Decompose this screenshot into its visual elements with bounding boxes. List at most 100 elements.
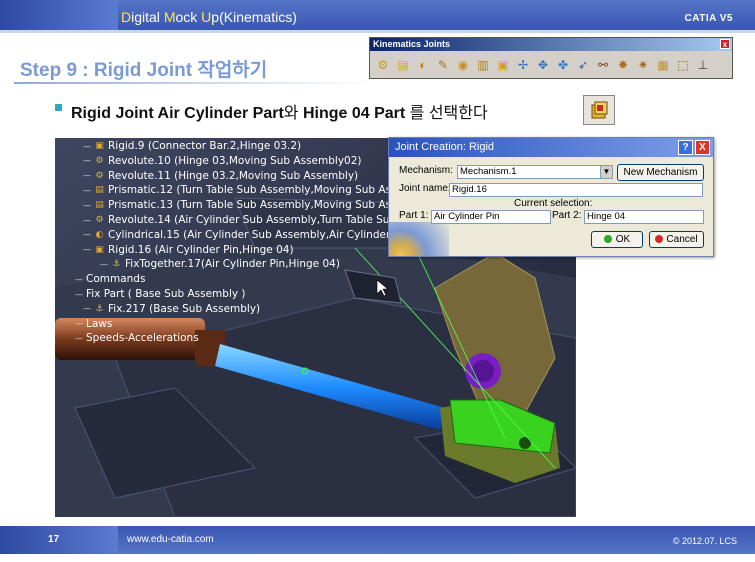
tree-node-label: Fix.217 (Base Sub Assembly) <box>108 302 261 315</box>
cancel-icon <box>655 235 664 243</box>
tree-node-label: Prismatic.12 (Turn Table Sub Assembly,Mo… <box>108 184 414 197</box>
bullet-marker <box>55 104 62 111</box>
tree-node-label: Cylindrical.15 (Air Cylinder Sub Assembl… <box>108 228 414 241</box>
point-surface-joint-icon[interactable]: ⬚ <box>674 56 692 74</box>
revolute-joint-icon[interactable]: ⚙ <box>374 56 392 74</box>
tree-connector: — <box>83 171 91 181</box>
page-number: 17 <box>48 534 60 545</box>
tree-node[interactable]: — Commands <box>75 273 145 285</box>
help-button[interactable]: ? <box>678 140 693 155</box>
toolbar-title-bar[interactable]: Kinematics Joints x <box>370 38 732 51</box>
point-curve-joint-icon[interactable]: ✸ <box>614 56 632 74</box>
joint-name-label: Joint name: <box>399 183 451 194</box>
prismatic-joint-icon: ▤ <box>95 200 104 211</box>
instruction-bold-1: Rigid Joint Air Cylinder Part <box>71 105 284 122</box>
website-link[interactable]: www.edu-catia.com <box>127 534 214 545</box>
slide-curve-joint-icon[interactable]: ✷ <box>634 56 652 74</box>
ok-button[interactable]: OK <box>591 231 643 248</box>
title-underline <box>14 82 374 84</box>
joint-creation-dialog: Joint Creation: Rigid ? X Mechanism: Mec… <box>388 137 714 257</box>
revolute-joint-icon: ⚙ <box>95 170 104 181</box>
roll-curve-joint-icon[interactable]: ▦ <box>654 56 672 74</box>
tree-node[interactable]: — ⚙ Revolute.14 (Air Cylinder Sub Assembly… <box>83 214 418 226</box>
tree-node[interactable]: — Speeds-Accelerations <box>75 332 199 344</box>
tree-node[interactable]: — ◐ Cylindrical.15 (Air Cylinder Sub Assem… <box>83 229 413 241</box>
prismatic-joint-icon[interactable]: ▤ <box>394 56 412 74</box>
cv-joint-icon[interactable]: ✥ <box>534 56 552 74</box>
footer-strip <box>0 554 755 562</box>
tree-node-label: Speeds-Accelerations <box>86 332 199 345</box>
instruction-normal-1: 와 <box>283 105 303 122</box>
toolbar-icon-row: ⚙ ▤ ◐ ✎ ◉ ▥ ▣ ✢ ✥ ✤ ➶ ⚯ ✸ ✷ ▦ ⬚ ⊥ <box>370 51 732 74</box>
tree-connector: — <box>83 245 91 255</box>
tree-node[interactable]: — ⚓ FixTogether.17(Air Cylinder Pin,Hinge … <box>100 258 340 270</box>
tree-node[interactable]: — ⚓ Fix.217 (Base Sub Assembly) <box>83 303 260 315</box>
tree-node[interactable]: — ▤ Prismatic.13 (Turn Table Sub Assembly,… <box>83 199 413 211</box>
tree-node[interactable]: — ⚙ Revolute.11 (Hinge 03.2,Moving Sub Ass… <box>83 170 358 182</box>
revolute-joint-icon: ⚙ <box>95 215 104 225</box>
header-title-part: p(Kinematics) <box>211 9 297 25</box>
header-title-part: ock <box>175 9 202 25</box>
axis-joint-icon[interactable]: ⊥ <box>694 56 712 74</box>
mechanism-select[interactable]: Mechanism.1 ▼ <box>457 165 613 179</box>
tree-node[interactable]: — ▣ Rigid.9 (Connector Bar.2,Hinge 03.2) <box>83 140 301 152</box>
tree-node[interactable]: — ⚙ Revolute.10 (Hinge 03,Moving Sub Assem… <box>83 155 362 167</box>
chevron-down-icon[interactable]: ▼ <box>600 166 612 178</box>
rack-joint-icon[interactable]: ➶ <box>574 56 592 74</box>
ok-icon <box>603 235 612 243</box>
tree-connector: — <box>83 215 91 225</box>
tree-connector: — <box>83 304 91 314</box>
tree-connector: — <box>83 200 91 210</box>
tree-connector: — <box>100 259 108 269</box>
dialog-decoration <box>389 222 449 256</box>
dialog-title-bar[interactable]: Joint Creation: Rigid ? X <box>389 138 713 157</box>
toolbar-title: Kinematics Joints <box>373 39 451 49</box>
sphere-joint-icon[interactable]: ◉ <box>454 56 472 74</box>
tree-node-label: Laws <box>86 317 113 330</box>
cylindrical-joint-icon[interactable]: ◐ <box>414 56 432 74</box>
rigid-joint-icon[interactable]: ▣ <box>494 56 512 74</box>
tree-node-label: Rigid.9 (Connector Bar.2,Hinge 03.2) <box>108 140 302 152</box>
close-button[interactable]: X <box>695 140 710 155</box>
part1-field[interactable]: Air Cylinder Pin <box>431 210 551 224</box>
current-selection-label: Current selection: <box>514 198 593 209</box>
cable-joint-icon[interactable]: ⚯ <box>594 56 612 74</box>
mechanism-value: Mechanism.1 <box>460 166 517 177</box>
cancel-label: Cancel <box>666 234 698 245</box>
kinematics-joints-toolbar: Kinematics Joints x ⚙ ▤ ◐ ✎ ◉ ▥ ▣ ✢ ✥ ✤ ➶ ⚯ ✸ ✷ ▦ ⬚ ⊥ <box>369 37 733 79</box>
copyright: © 2012.07. LCS <box>672 536 737 546</box>
instruction-text: Rigid Joint Air Cylinder Part와 Hinge 04 … <box>71 99 488 123</box>
header-accent <box>0 0 118 30</box>
cancel-button[interactable]: Cancel <box>649 231 704 248</box>
gear-joint-icon[interactable]: ✤ <box>554 56 572 74</box>
tree-node-label: Commands <box>86 273 146 286</box>
part2-field[interactable]: Hinge 04 <box>584 210 704 224</box>
rigid-joint-icon[interactable] <box>583 95 615 125</box>
screw-joint-icon[interactable]: ✎ <box>434 56 452 74</box>
tree-connector: — <box>75 289 83 299</box>
joint-name-input[interactable]: Rigid.16 <box>449 183 703 197</box>
tree-node[interactable]: — ▤ Prismatic.12 (Turn Table Sub Assembly,… <box>83 184 413 196</box>
tree-node-label: Revolute.10 (Hinge 03,Moving Sub Assembl… <box>108 154 362 167</box>
revolute-joint-icon: ⚙ <box>95 155 104 166</box>
part1-label: Part 1: <box>399 210 429 221</box>
planar-joint-icon[interactable]: ▥ <box>474 56 492 74</box>
tree-node-label: Rigid.16 (Air Cylinder Pin,Hinge 04) <box>108 243 294 256</box>
header-title-part: igital <box>131 9 164 25</box>
instruction-normal-2: 를 선택한다 <box>405 105 488 122</box>
tree-connector: — <box>83 141 91 151</box>
header-divider <box>0 30 755 33</box>
tree-node[interactable]: — Laws <box>75 318 112 330</box>
header-title-part: M <box>163 9 176 25</box>
new-mechanism-button[interactable]: New Mechanism <box>617 164 704 181</box>
cylindrical-joint-icon: ◐ <box>95 229 104 240</box>
tree-connector: — <box>75 274 83 284</box>
mechanism-label: Mechanism: <box>399 165 453 176</box>
tree-node[interactable]: — ▣ Rigid.16 (Air Cylinder Pin,Hinge 04) <box>83 244 294 256</box>
prismatic-joint-icon: ▤ <box>95 185 104 196</box>
toolbar-close-button[interactable]: x <box>720 39 730 49</box>
fix-joint-icon: ⚓ <box>95 303 104 314</box>
header-title: Digital Mock Up(Kinematics) <box>121 9 297 25</box>
universal-joint-icon[interactable]: ✢ <box>514 56 532 74</box>
tree-node[interactable]: — Fix Part ( Base Sub Assembly ) <box>75 288 246 300</box>
